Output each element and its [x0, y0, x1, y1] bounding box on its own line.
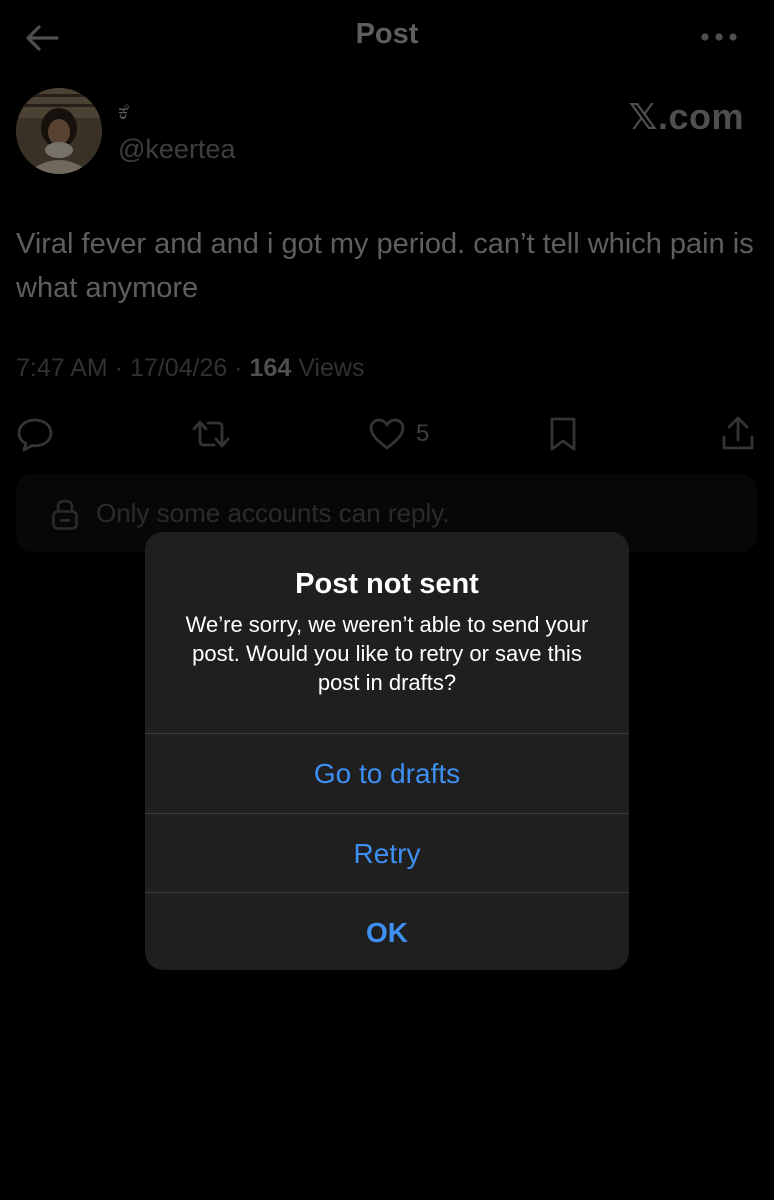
- post-date: 17/04/26: [129, 354, 228, 382]
- x-com-watermark: 𝕏.com: [628, 96, 744, 137]
- post-not-sent-dialog: Post not sent We’re sorry, we weren’t ab…: [145, 532, 629, 970]
- author-handle[interactable]: @keertea: [118, 134, 235, 165]
- meta-separator: ·: [234, 354, 243, 382]
- author-display-name[interactable]: ಕೆ: [118, 100, 129, 125]
- retry-button[interactable]: Retry: [145, 813, 629, 893]
- action-bar: 5: [0, 412, 774, 456]
- views-label[interactable]: Views: [298, 354, 364, 382]
- repost-button[interactable]: [190, 412, 232, 456]
- post-text: Viral fever and and i got my period. can…: [16, 228, 754, 304]
- ok-button[interactable]: OK: [145, 892, 629, 970]
- reply-button[interactable]: [16, 412, 54, 456]
- share-icon: [722, 416, 754, 450]
- dialog-message: We’re sorry, we weren’t able to send you…: [185, 612, 589, 695]
- profile-photo: [16, 88, 102, 174]
- post-time: 7:47 AM: [16, 354, 108, 382]
- avatar[interactable]: [16, 88, 102, 174]
- page-title: Post: [355, 18, 419, 50]
- dialog-title: Post not sent: [295, 568, 479, 600]
- repost-icon: [192, 420, 230, 448]
- lock-icon: [52, 499, 78, 530]
- share-button[interactable]: [720, 412, 756, 456]
- more-dots-icon: [701, 33, 737, 41]
- reply-restriction-text: Only some accounts can reply.: [96, 498, 450, 528]
- more-options-button[interactable]: [698, 22, 740, 52]
- post-meta: 7:47 AM · 17/04/26 · 164 Views: [16, 354, 364, 383]
- go-to-drafts-button[interactable]: Go to drafts: [145, 733, 629, 813]
- top-bar: Post: [0, 0, 774, 76]
- views-count[interactable]: 164: [250, 354, 292, 382]
- like-button[interactable]: 5: [368, 412, 429, 456]
- bookmark-icon: [550, 417, 576, 451]
- reply-bubble-icon: [17, 418, 53, 452]
- meta-separator: ·: [114, 354, 124, 382]
- like-count: 5: [416, 420, 430, 447]
- heart-icon: [369, 418, 405, 450]
- bookmark-button[interactable]: [546, 412, 580, 456]
